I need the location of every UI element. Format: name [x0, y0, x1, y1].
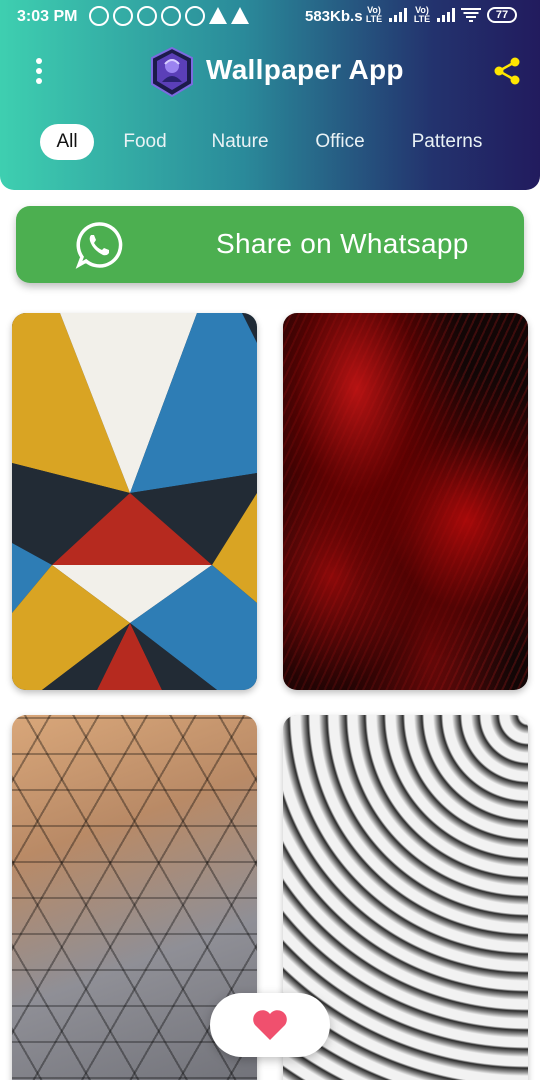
status-right-icons: Vo) LTE Vo) LTE 77	[365, 6, 517, 24]
signal-icon	[389, 8, 407, 22]
volte-icon: Vo) LTE	[365, 5, 383, 24]
share-icon[interactable]	[492, 56, 522, 86]
volte-icon: Vo) LTE	[413, 5, 431, 24]
wallpaper-card[interactable]	[283, 313, 528, 690]
app-header: 3:03 PM 583Kb.s Vo) LTE Vo) LTE 77 Wallp…	[0, 0, 540, 190]
network-speed: 583Kb.s	[305, 8, 363, 25]
share-whatsapp-label: Share on Whatsapp	[216, 228, 469, 259]
signal-icon	[437, 8, 455, 22]
tab-nature[interactable]: Nature	[210, 124, 270, 160]
tab-all[interactable]: All	[40, 124, 94, 160]
whatsapp-notification-icon	[113, 6, 133, 26]
heart-icon	[253, 1010, 287, 1040]
whatsapp-notification-icon	[185, 6, 205, 26]
whatsapp-notification-icon	[89, 6, 109, 26]
tab-food[interactable]: Food	[122, 124, 168, 160]
warning-icon	[231, 7, 249, 24]
status-time: 3:03 PM	[17, 8, 78, 25]
wallpaper-geometric-triangles	[12, 313, 257, 690]
share-whatsapp-button[interactable]: Share on Whatsapp	[16, 206, 524, 283]
whatsapp-icon	[75, 222, 123, 269]
app-logo	[151, 46, 193, 98]
wallpaper-red-fractal	[283, 313, 528, 690]
app-title: Wallpaper App	[206, 54, 404, 85]
wallpaper-card[interactable]	[12, 313, 257, 690]
warning-icon	[209, 7, 227, 24]
category-tabs: All Food Nature Office Patterns	[0, 124, 540, 160]
app-screen: 3:03 PM 583Kb.s Vo) LTE Vo) LTE 77 Wallp…	[0, 0, 540, 1080]
whatsapp-notification-icon	[161, 6, 181, 26]
notification-icons	[89, 6, 249, 26]
wifi-icon	[461, 7, 481, 23]
favorites-button[interactable]	[210, 993, 330, 1057]
whatsapp-notification-icon	[137, 6, 157, 26]
tab-patterns[interactable]: Patterns	[409, 124, 485, 160]
battery-icon: 77	[487, 7, 517, 23]
status-bar: 3:03 PM 583Kb.s Vo) LTE Vo) LTE 77	[0, 0, 540, 34]
tab-office[interactable]: Office	[313, 124, 367, 160]
more-vert-icon[interactable]	[34, 58, 44, 84]
